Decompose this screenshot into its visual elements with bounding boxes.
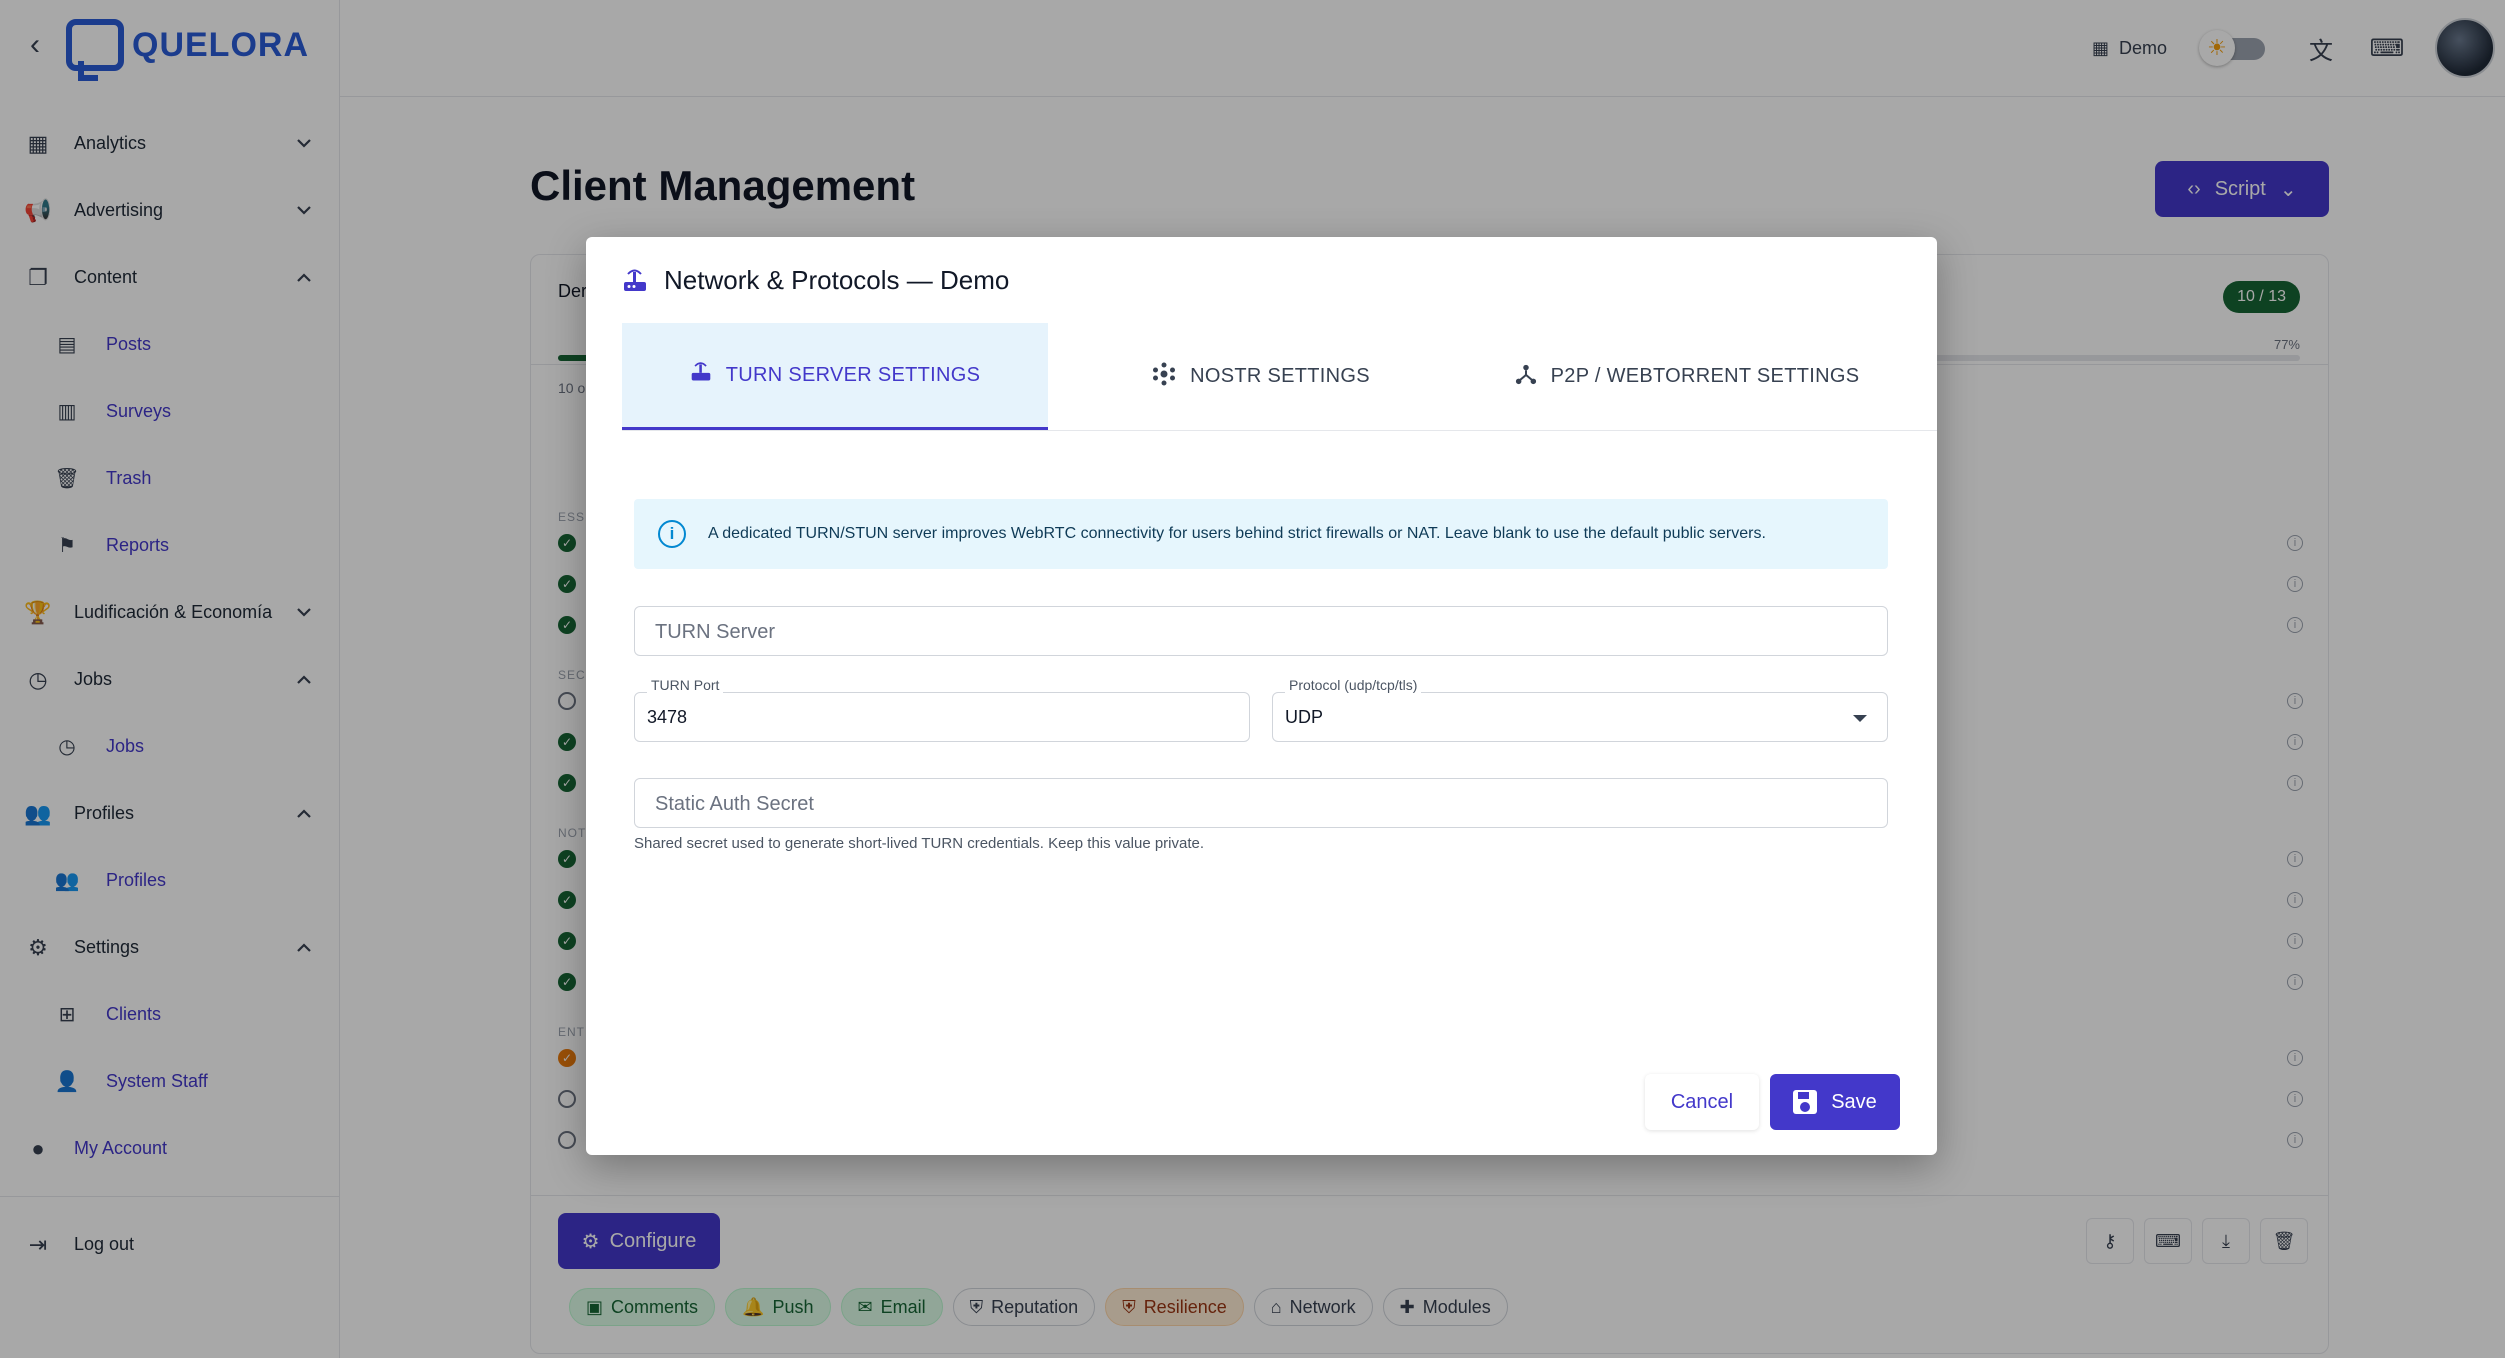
info-icon: i	[658, 520, 686, 548]
dialog-title-text: Network & Protocols — Demo	[664, 265, 1010, 295]
turn-port-label: TURN Port	[647, 677, 724, 693]
auth-secret-helper: Shared secret used to generate short-liv…	[634, 835, 1205, 852]
info-alert-text: A dedicated TURN/STUN server improves We…	[708, 525, 1766, 542]
protocol-value: UDP	[1285, 707, 1324, 727]
network-protocols-dialog: Network & Protocols — Demo TURN SERVER S…	[586, 237, 1937, 1155]
dialog-title: Network & Protocols — Demo	[622, 265, 1009, 296]
protocol-select[interactable]: Protocol (udp/tcp/tls) UDP	[1272, 677, 1888, 742]
turn-server-placeholder: TURN Server	[655, 621, 776, 643]
cancel-button[interactable]: Cancel	[1645, 1074, 1759, 1130]
tab-turn-server[interactable]: TURN SERVER SETTINGS	[622, 323, 1048, 430]
router-icon	[690, 361, 712, 389]
save-button-label: Save	[1831, 1090, 1877, 1113]
auth-secret-input[interactable]: Static Auth Secret	[634, 778, 1888, 828]
fork-icon	[1515, 363, 1537, 391]
tab-nostr[interactable]: NOSTR SETTINGS	[1048, 323, 1474, 430]
info-alert: i A dedicated TURN/STUN server improves …	[634, 499, 1888, 569]
turn-port-value: 3478	[647, 707, 688, 727]
turn-port-field[interactable]: TURN Port 3478	[634, 677, 1250, 742]
tab-label: TURN SERVER SETTINGS	[725, 363, 981, 386]
dropdown-caret-icon	[1853, 715, 1867, 722]
dialog-tabs: TURN SERVER SETTINGS NOSTR SETTINGS P2P …	[622, 323, 1937, 431]
tab-label: NOSTR SETTINGS	[1190, 365, 1370, 387]
tab-p2p-webtorrent[interactable]: P2P / WEBTORRENT SETTINGS	[1474, 323, 1900, 430]
auth-secret-placeholder: Static Auth Secret	[655, 793, 814, 815]
hub-icon	[1152, 362, 1176, 392]
router-icon	[622, 268, 648, 294]
tab-label: P2P / WEBTORRENT SETTINGS	[1550, 365, 1860, 387]
save-button[interactable]: Save	[1770, 1074, 1900, 1130]
save-icon	[1793, 1090, 1818, 1114]
protocol-label: Protocol (udp/tcp/tls)	[1285, 677, 1422, 693]
turn-server-input[interactable]: TURN Server	[634, 606, 1888, 656]
